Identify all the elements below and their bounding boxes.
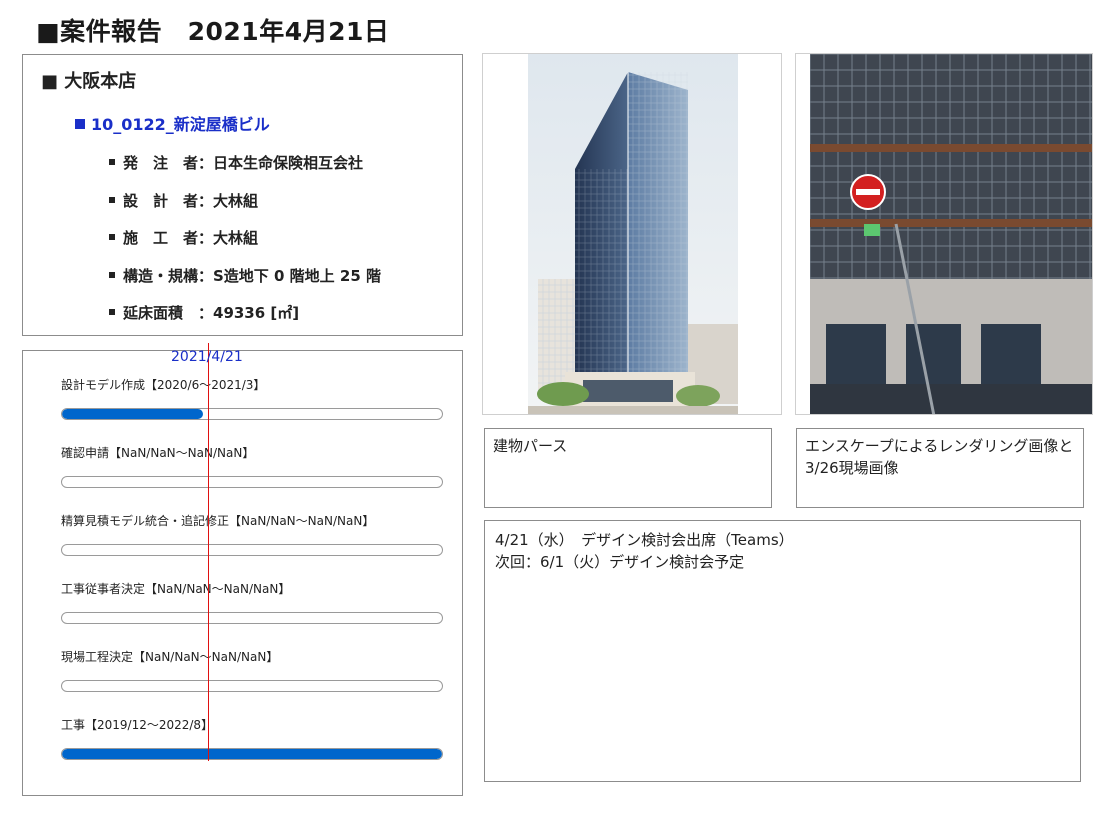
progress-bar-track (61, 476, 443, 488)
progress-bar-track (61, 680, 443, 692)
detail-floor-area: 延床面積 ：49336 [㎡] (109, 302, 299, 323)
square-bullet-icon (75, 118, 85, 129)
page-title: ■案件報告 2021年4月21日 (36, 17, 390, 46)
progress-bar-track (61, 408, 443, 420)
note-line: 4/21（水） デザイン検討会出席（Teams） (495, 531, 794, 549)
construction-site-image (810, 54, 1092, 414)
notes-box[interactable]: 4/21（水） デザイン検討会出席（Teams） 次回：6/1（火）デザイン検討… (484, 520, 1081, 782)
progress-bar-track (61, 748, 443, 760)
today-marker-line (208, 343, 209, 761)
progress-bar-track (61, 544, 443, 556)
progress-bar-fill (62, 749, 442, 759)
task-label: 設計モデル作成【2020/6～2021/3】 (61, 378, 266, 392)
site-photo-caption: エンスケープによるレンダリング画像と3/26現場画像 (796, 428, 1084, 508)
task-label: 工事【2019/12～2022/8】 (61, 718, 214, 732)
task-label: 精算見積モデル統合・追記修正【NaN/NaN～NaN/NaN】 (61, 514, 375, 528)
rendering-caption: 建物パース (484, 428, 772, 508)
today-marker-label: 2021/4/21 (171, 349, 243, 365)
project-name-text: 10_0122_新淀屋橋ビル (91, 115, 270, 134)
building-rendering-image (528, 54, 738, 414)
detail-designer: 設 計 者：大林組 (109, 190, 258, 211)
detail-contractor: 施 工 者：大林組 (109, 227, 258, 248)
task-label: 現場工程決定【NaN/NaN～NaN/NaN】 (61, 650, 279, 664)
task-label: 工事従事者決定【NaN/NaN～NaN/NaN】 (61, 582, 291, 596)
bullet-icon (109, 196, 115, 203)
schedule-panel: 設計モデル作成【2020/6～2021/3】 確認申請【NaN/NaN～NaN/… (22, 343, 463, 796)
note-line: 次回：6/1（火）デザイン検討会予定 (495, 553, 745, 571)
detail-orderer: 発 注 者：日本生命保険相互会社 (109, 152, 363, 173)
bullet-icon (109, 271, 115, 278)
progress-bar-fill (62, 409, 203, 419)
progress-bar-track (61, 612, 443, 624)
bullet-icon (109, 233, 115, 240)
detail-structure: 構造・規構：S造地下 0 階地上 25 階 (109, 265, 381, 286)
project-info-panel: ■ 大阪本店 10_0122_新淀屋橋ビル 発 注 者：日本生命保険相互会社 設… (22, 54, 463, 336)
site-photo (795, 53, 1093, 415)
bullet-icon (109, 158, 115, 165)
bullet-icon (109, 308, 115, 315)
project-name[interactable]: 10_0122_新淀屋橋ビル (75, 111, 270, 135)
branch-name: ■ 大阪本店 (41, 71, 137, 92)
task-label: 確認申請【NaN/NaN～NaN/NaN】 (61, 446, 255, 460)
rendering-photo (482, 53, 782, 415)
